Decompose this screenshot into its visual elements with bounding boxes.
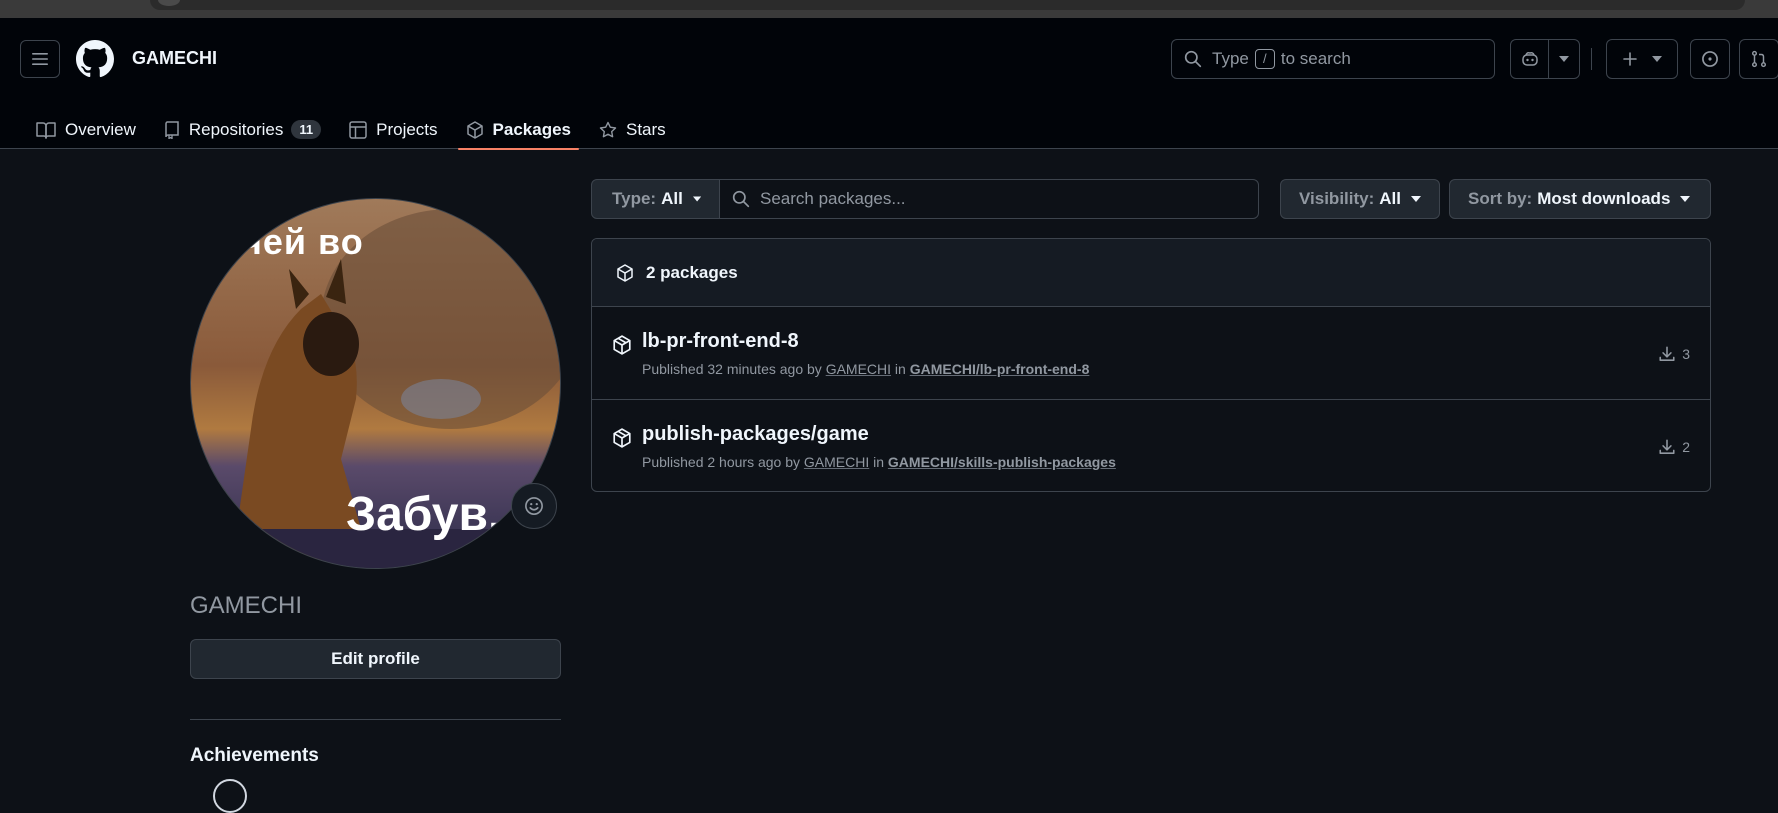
type-filter-button[interactable]: Type: All [591,179,720,219]
copilot-button-group [1510,39,1580,79]
table-icon [349,120,367,139]
copilot-menu-button[interactable] [1549,40,1579,78]
profile-username: GAMECHI [190,592,303,619]
search-icon [732,190,750,208]
tab-repositories-label: Repositories [188,119,284,139]
visibility-filter-button[interactable]: Visibility: All [1280,179,1440,219]
package-downloads: 2 [1658,438,1690,456]
repositories-count-badge: 11 [291,120,322,139]
achievement-badge[interactable] [213,779,247,813]
tab-overview-label: Overview [65,119,136,139]
hamburger-icon [32,53,48,65]
header-divider [1591,48,1592,70]
triangle-down-icon [1680,196,1691,202]
edit-profile-button[interactable]: Edit profile [190,639,561,679]
search-icon [1184,50,1202,68]
triangle-down-icon [1559,56,1569,62]
set-status-button[interactable] [511,483,557,529]
tab-stars-label: Stars [625,119,666,139]
create-new-button[interactable] [1606,39,1678,79]
packages-list: 2 packages lb-pr-front-end-8 Published 3… [591,238,1711,492]
package-repo-link[interactable]: GAMECHI/skills-publish-packages [888,454,1116,470]
visibility-filter-value: All [1379,189,1401,208]
download-icon [1659,346,1675,361]
package-name-link[interactable]: lb-pr-front-end-8 [642,330,799,353]
sort-button[interactable]: Sort by: Most downloads [1449,179,1711,219]
smiley-icon [525,497,543,515]
sort-label: Sort by: [1468,189,1533,208]
copilot-button[interactable] [1511,40,1549,78]
menu-button[interactable] [20,40,60,78]
package-search-placeholder: Search packages... [760,189,906,208]
browser-chrome [0,0,1778,18]
packages-list-header: 2 packages [592,239,1710,307]
tab-stars[interactable]: Stars [591,110,674,149]
github-logo-icon[interactable] [76,40,114,78]
package-icon [617,263,633,282]
package-downloads-count: 2 [1682,439,1690,455]
browser-tab-strip [150,0,1745,10]
search-prefix-text: Type [1212,49,1249,68]
tab-projects-label: Projects [376,119,438,139]
sort-value: Most downloads [1537,189,1671,208]
tab-packages-label: Packages [492,119,571,139]
package-icon [466,120,483,139]
tab-packages[interactable]: Packages [457,110,580,150]
git-pull-request-icon [1751,50,1767,68]
repo-icon [165,120,179,139]
package-row: publish-packages/game Published 2 hours … [592,400,1710,491]
global-header: GAMECHI Type / to search Overview Reposi… [0,18,1778,150]
package-downloads: 3 [1658,345,1690,363]
page-owner-title[interactable]: GAMECHI [132,48,217,69]
book-icon [36,121,56,139]
issue-opened-icon [1702,51,1718,67]
global-search-input[interactable]: Type / to search [1171,39,1495,79]
tab-repositories[interactable]: Repositories 11 [156,110,329,149]
search-shortcut-key: / [1254,49,1275,69]
type-filter-value: All [661,189,683,208]
avatar-caption-bottom: Забув. [346,488,502,541]
package-author-link[interactable]: GAMECHI [804,454,869,470]
pull-requests-button[interactable] [1739,39,1778,79]
package-meta: Published 2 hours ago by GAMECHI in GAME… [642,454,1116,470]
packages-count: 2 packages [646,262,738,282]
package-search-input[interactable]: Search packages... [719,179,1259,219]
package-in-text: in [873,454,885,470]
issues-button[interactable] [1690,39,1730,79]
tab-projects[interactable]: Projects [341,110,445,149]
copilot-icon [1521,52,1538,66]
package-name-link[interactable]: publish-packages/game [642,423,869,446]
package-repo-link[interactable]: GAMECHI/lb-pr-front-end-8 [910,361,1090,377]
package-meta: Published 32 minutes ago by GAMECHI in G… [642,361,1089,377]
package-in-text: in [894,361,906,377]
download-icon [1659,439,1675,454]
plus-icon [1623,52,1637,66]
package-downloads-count: 3 [1682,346,1690,362]
package-author-link[interactable]: GAMECHI [826,361,891,377]
tab-overview[interactable]: Overview [28,110,144,149]
avatar-caption-top: чей во [241,221,364,262]
triangle-down-icon [1411,196,1421,202]
sidebar-divider [190,719,561,720]
visibility-filter-label: Visibility: [1299,189,1375,208]
triangle-down-icon [1652,56,1662,62]
package-icon [613,335,631,355]
profile-avatar[interactable]: чей во Забув. [190,198,561,569]
achievements-heading[interactable]: Achievements [190,745,319,767]
profile-tabs: Overview Repositories 11 Projects Packag… [28,110,686,150]
package-row: lb-pr-front-end-8 Published 32 minutes a… [592,307,1710,400]
star-icon [599,121,617,137]
search-suffix-text: to search [1280,49,1351,68]
package-icon [613,428,631,448]
triangle-down-icon [692,196,701,202]
package-published-text: Published 32 minutes ago by [642,361,822,377]
package-published-text: Published 2 hours ago by [642,454,800,470]
type-filter-label: Type: [612,189,657,208]
